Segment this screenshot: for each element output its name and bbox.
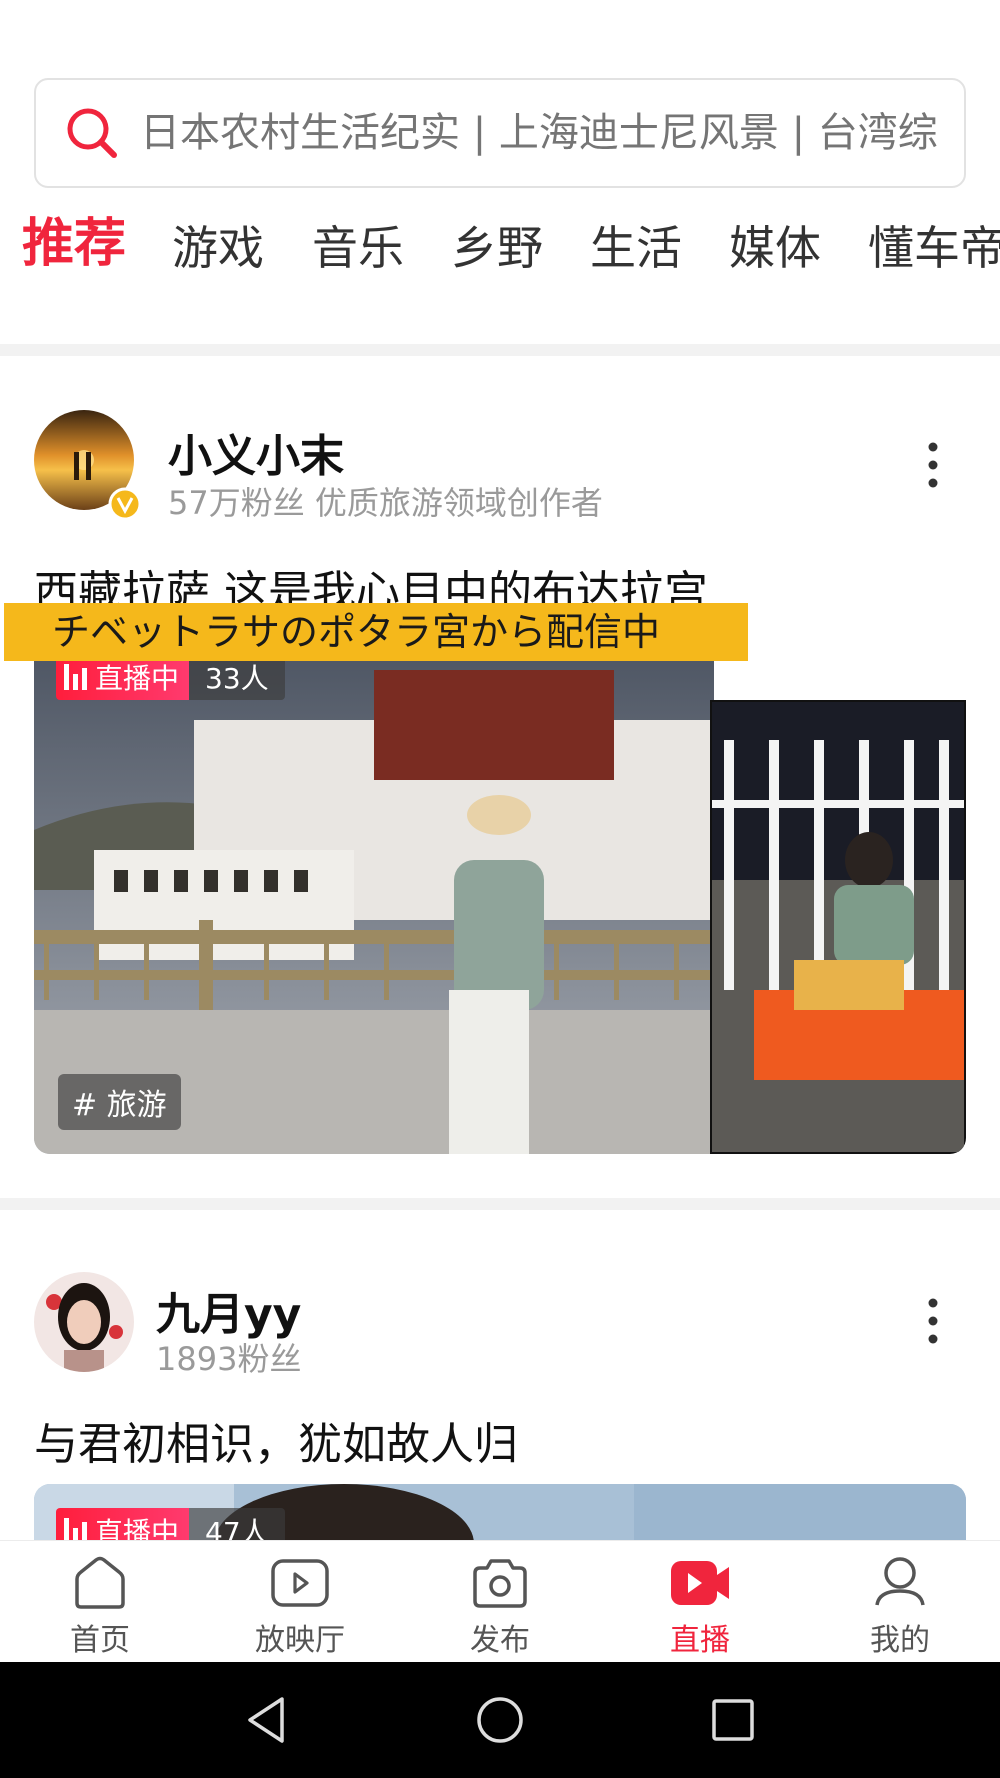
live-status-badge: 直播中 47人 <box>56 1508 285 1540</box>
nav-label: 我的 <box>870 1623 930 1658</box>
nav-label: 发布 <box>470 1623 530 1658</box>
viewer-count: 47人 <box>189 1508 285 1540</box>
search-bar[interactable] <box>34 78 966 188</box>
tab-games[interactable]: 游戏 <box>172 218 264 278</box>
play-screen-icon <box>271 1559 329 1607</box>
nav-label: 直播 <box>670 1623 730 1658</box>
system-nav-bar <box>0 1662 1000 1778</box>
tab-recommend[interactable]: 推荐 <box>22 214 126 274</box>
section-divider <box>0 1198 1000 1210</box>
author-name[interactable]: 九月yy <box>156 1278 301 1342</box>
home-circle-icon[interactable] <box>473 1693 527 1747</box>
nav-home[interactable]: 首页 <box>0 1541 200 1662</box>
verified-badge-icon <box>108 487 142 521</box>
author-meta: 1893粉丝 <box>156 1340 302 1378</box>
home-icon <box>75 1556 125 1609</box>
tab-countryside[interactable]: 乡野 <box>451 218 543 278</box>
avatar[interactable] <box>34 1272 134 1372</box>
tab-music[interactable]: 音乐 <box>312 218 404 278</box>
nav-theater[interactable]: 放映厅 <box>200 1541 400 1662</box>
nav-profile[interactable]: 我的 <box>800 1541 1000 1662</box>
nav-label: 首页 <box>70 1623 130 1658</box>
camera-icon <box>473 1559 527 1608</box>
live-preview[interactable]: 直播中 47人 <box>34 1484 966 1540</box>
search-input[interactable] <box>140 110 964 156</box>
nav-label: 放映厅 <box>255 1623 345 1658</box>
back-icon[interactable] <box>240 1693 294 1747</box>
subtitle-caption: チベットラサのポタラ宮から配信中 <box>4 603 748 661</box>
tab-media[interactable]: 媒体 <box>729 218 821 278</box>
live-camera-icon <box>671 1561 729 1605</box>
tab-dongchedi[interactable]: 懂车帝 <box>868 218 1000 278</box>
post-title[interactable]: 与君初相识，犹如故人归 <box>34 1408 518 1472</box>
bottom-nav: 首页 放映厅 发布 直播 我的 <box>0 1540 1000 1662</box>
category-tabs: 推荐 游戏 音乐 乡野 生活 媒体 懂车帝 <box>0 210 1000 290</box>
author-name[interactable]: 小义小末 <box>168 420 344 484</box>
live-preview[interactable]: 直播中 33人 # 旅游 <box>34 630 966 1154</box>
recents-icon[interactable] <box>706 1693 760 1747</box>
nav-publish[interactable]: 发布 <box>400 1541 600 1662</box>
search-icon <box>67 108 117 158</box>
author-meta: 57万粉丝 优质旅游领域创作者 <box>168 484 603 522</box>
live-label: 直播中 <box>95 1516 180 1540</box>
tab-life[interactable]: 生活 <box>590 218 682 278</box>
section-divider <box>0 344 1000 356</box>
profile-icon <box>875 1557 925 1606</box>
live-bars-icon <box>64 664 87 690</box>
live-label: 直播中 <box>95 662 180 695</box>
more-options-icon[interactable] <box>923 440 943 490</box>
more-options-icon[interactable] <box>923 1296 943 1346</box>
nav-live[interactable]: 直播 <box>600 1541 800 1662</box>
topic-tag[interactable]: # 旅游 <box>58 1074 181 1130</box>
live-bars-icon <box>64 1518 87 1540</box>
